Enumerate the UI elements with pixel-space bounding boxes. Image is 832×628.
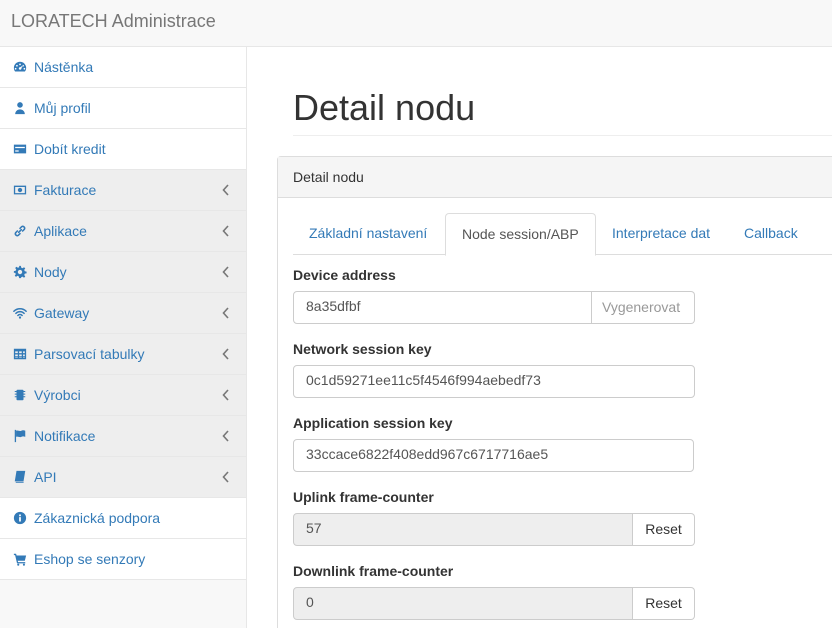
uplink-counter-label: Uplink frame-counter [293,489,434,505]
sidebar-item-gateway[interactable]: Gateway [0,293,246,334]
book-icon [12,469,28,485]
downlink-counter-input: 0 [293,587,633,620]
dashboard-icon [12,59,28,75]
chevron-left-icon [222,306,232,320]
network-session-key-input[interactable]: 0c1d59271ee11c5f4546f994aebedf73 [293,365,695,398]
tab-zakladni-nastaveni[interactable]: Základní nastavení [293,213,443,255]
credit-card-icon [12,141,28,157]
sidebar-item-label: Fakturace [34,182,97,198]
application-session-key-input[interactable]: 33ccace6822f408edd967c6717716ae5 [293,439,694,472]
chevron-left-icon [222,429,232,443]
chip-icon [12,387,28,403]
cart-icon [12,551,28,567]
sidebar-item-label: Parsovací tabulky [34,346,145,362]
uplink-counter-input: 57 [293,513,633,546]
wifi-icon [12,305,28,321]
generate-button[interactable]: Vygenerovat [592,291,695,324]
chevron-left-icon [222,388,232,402]
sidebar-item-label: Nody [34,264,67,280]
table-icon [12,346,28,362]
chevron-left-icon [222,470,232,484]
sidebar-item-label: Aplikace [34,223,87,239]
user-icon [12,100,28,116]
network-session-key-label: Network session key [293,341,432,357]
sidebar-item-fakturace[interactable]: Fakturace [0,170,246,211]
info-icon [12,510,28,526]
sidebar-item-label: Gateway [34,305,90,321]
tab-callback[interactable]: Callback [728,213,814,255]
device-address-label: Device address [293,267,396,283]
flag-icon [12,428,28,444]
application-session-key-label: Application session key [293,415,453,431]
sidebar-item-eshop[interactable]: Eshop se senzory [0,539,246,580]
sidebar-item-label: Notifikace [34,428,96,444]
sidebar-item-aplikace[interactable]: Aplikace [0,211,246,252]
link-icon [12,223,28,239]
tab-node-session[interactable]: Node session/ABP [445,213,596,256]
gear-icon [12,264,28,280]
main-content: Detail nodu Detail nodu Základní nastave… [248,47,832,628]
panel-heading: Detail nodu [278,157,832,198]
uplink-reset-button[interactable]: Reset [633,513,695,546]
chevron-left-icon [222,265,232,279]
brand-title[interactable]: LORATECH Administrace [11,11,216,32]
sidebar: Nástěnka Můj profil Dobít kredit Faktura… [0,47,247,628]
tab-interpretace-dat[interactable]: Interpretace dat [596,213,726,255]
chevron-left-icon [222,183,232,197]
sidebar-item-label: API [34,469,57,485]
sidebar-item-kredit[interactable]: Dobít kredit [0,129,246,170]
sidebar-item-notifikace[interactable]: Notifikace [0,416,246,457]
sidebar-item-podpora[interactable]: Zákaznická podpora [0,498,246,539]
sidebar-item-nastenka[interactable]: Nástěnka [0,47,246,88]
money-icon [12,182,28,198]
sidebar-item-label: Eshop se senzory [34,551,146,567]
page-title: Detail nodu [293,87,476,128]
chevron-left-icon [222,347,232,361]
title-divider [293,135,832,136]
sidebar-item-nody[interactable]: Nody [0,252,246,293]
chevron-left-icon [222,224,232,238]
sidebar-item-label: Nástěnka [34,59,94,75]
device-address-input[interactable]: 8a35dfbf [293,291,592,324]
sidebar-item-api[interactable]: API [0,457,246,498]
top-navbar: LORATECH Administrace [0,0,832,47]
tab-bar: Základní nastavení Node session/ABP Inte… [293,213,832,256]
sidebar-item-parsovaci-tabulky[interactable]: Parsovací tabulky [0,334,246,375]
sidebar-item-profil[interactable]: Můj profil [0,88,246,129]
downlink-counter-label: Downlink frame-counter [293,563,454,579]
downlink-reset-button[interactable]: Reset [633,587,695,620]
sidebar-item-label: Zákaznická podpora [34,510,161,526]
sidebar-item-label: Dobít kredit [34,141,106,157]
detail-panel: Detail nodu Základní nastavení Node sess… [277,156,832,628]
sidebar-item-label: Výrobci [34,387,81,403]
sidebar-item-label: Můj profil [34,100,91,116]
sidebar-item-vyrobci[interactable]: Výrobci [0,375,246,416]
